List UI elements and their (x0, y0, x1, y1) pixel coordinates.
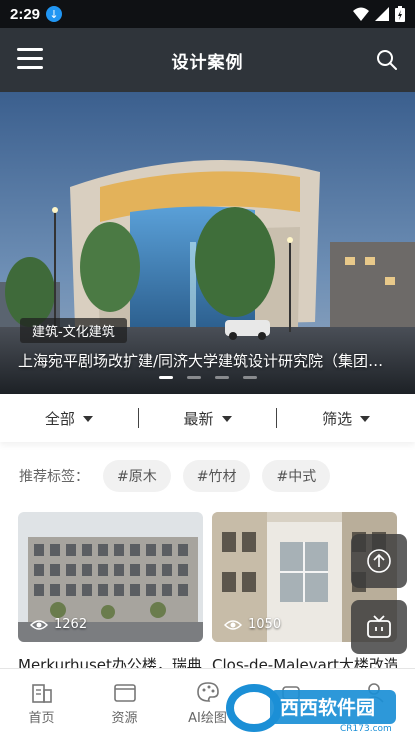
tv-button[interactable] (351, 600, 407, 654)
banner-category-tag: 建筑-文化建筑 (20, 318, 127, 343)
eye-icon (30, 619, 48, 630)
tag-chip[interactable]: #原木 (103, 460, 171, 492)
banner-caption[interactable]: 上海宛平剧场改扩建/同济大学建筑设计研究院（集团）有限公司 (18, 350, 398, 371)
carousel-dot[interactable] (158, 376, 173, 379)
view-count: 1262 (30, 617, 87, 632)
battery-icon (395, 6, 405, 22)
recommended-tags: 推荐标签： #原木 #竹材 #中式 (0, 456, 415, 496)
tab-home[interactable]: 首页 (0, 669, 83, 738)
tags-label: 推荐标签： (19, 469, 89, 485)
case-grid: 1262 Merkurhuset办公楼，瑞典 1050 Clos-de-Male… (18, 512, 398, 674)
search-icon[interactable] (375, 48, 399, 72)
tab-home-label: 首页 (28, 711, 55, 726)
carousel-dot[interactable] (186, 376, 201, 379)
caret-down-icon (82, 416, 93, 422)
page-title: 设计案例 (171, 52, 244, 73)
case-image: 1262 (18, 512, 203, 642)
caret-down-icon (360, 416, 371, 422)
building-icon (31, 684, 52, 703)
tv-icon (367, 615, 391, 638)
arrow-up-icon (367, 549, 391, 573)
view-count-value: 1050 (248, 617, 282, 632)
status-time: 2:29 (10, 5, 41, 23)
filter-bar: 全部 最新 筛选 (0, 394, 415, 442)
wifi-icon (353, 7, 369, 21)
tag-chip[interactable]: #竹材 (182, 460, 251, 492)
status-bar: 2:29 ↓ (0, 0, 415, 28)
watermark-brand: 西西软件园 (280, 696, 375, 719)
watermark-site: CR173.com (340, 724, 392, 734)
tag-chip[interactable]: #中式 (262, 460, 331, 492)
site-watermark: 西西软件园 CR173.com (226, 684, 396, 734)
carousel-dot[interactable] (214, 376, 229, 379)
status-icons (353, 6, 405, 22)
view-count-value: 1262 (54, 617, 88, 632)
carousel-dot[interactable] (242, 376, 257, 379)
download-notification-icon: ↓ (46, 6, 63, 22)
tab-resources[interactable]: 资源 (83, 669, 166, 738)
banner-carousel[interactable]: 建筑-文化建筑 上海宛平剧场改扩建/同济大学建筑设计研究院（集团）有限公司 (0, 92, 415, 394)
case-card[interactable]: 1262 Merkurhuset办公楼，瑞典 (18, 512, 203, 674)
filter-latest-dropdown[interactable]: 最新 (139, 408, 277, 429)
banner-image (0, 92, 415, 394)
scroll-to-top-button[interactable] (351, 534, 407, 588)
filter-options-label: 筛选 (322, 409, 353, 428)
folder-icon (113, 684, 136, 702)
caret-down-icon (221, 416, 232, 422)
filter-latest-label: 最新 (183, 409, 214, 428)
signal-icon (375, 7, 389, 21)
view-count: 1050 (224, 617, 281, 632)
filter-options-dropdown[interactable]: 筛选 (277, 408, 415, 429)
filter-all-dropdown[interactable]: 全部 (0, 408, 138, 429)
eye-icon (224, 619, 242, 630)
carousel-indicators (0, 376, 415, 379)
menu-icon[interactable] (17, 48, 43, 70)
filter-all-label: 全部 (44, 409, 75, 428)
top-bar: 设计案例 (0, 28, 415, 92)
palette-icon (196, 682, 219, 702)
tab-resources-label: 资源 (111, 711, 138, 726)
